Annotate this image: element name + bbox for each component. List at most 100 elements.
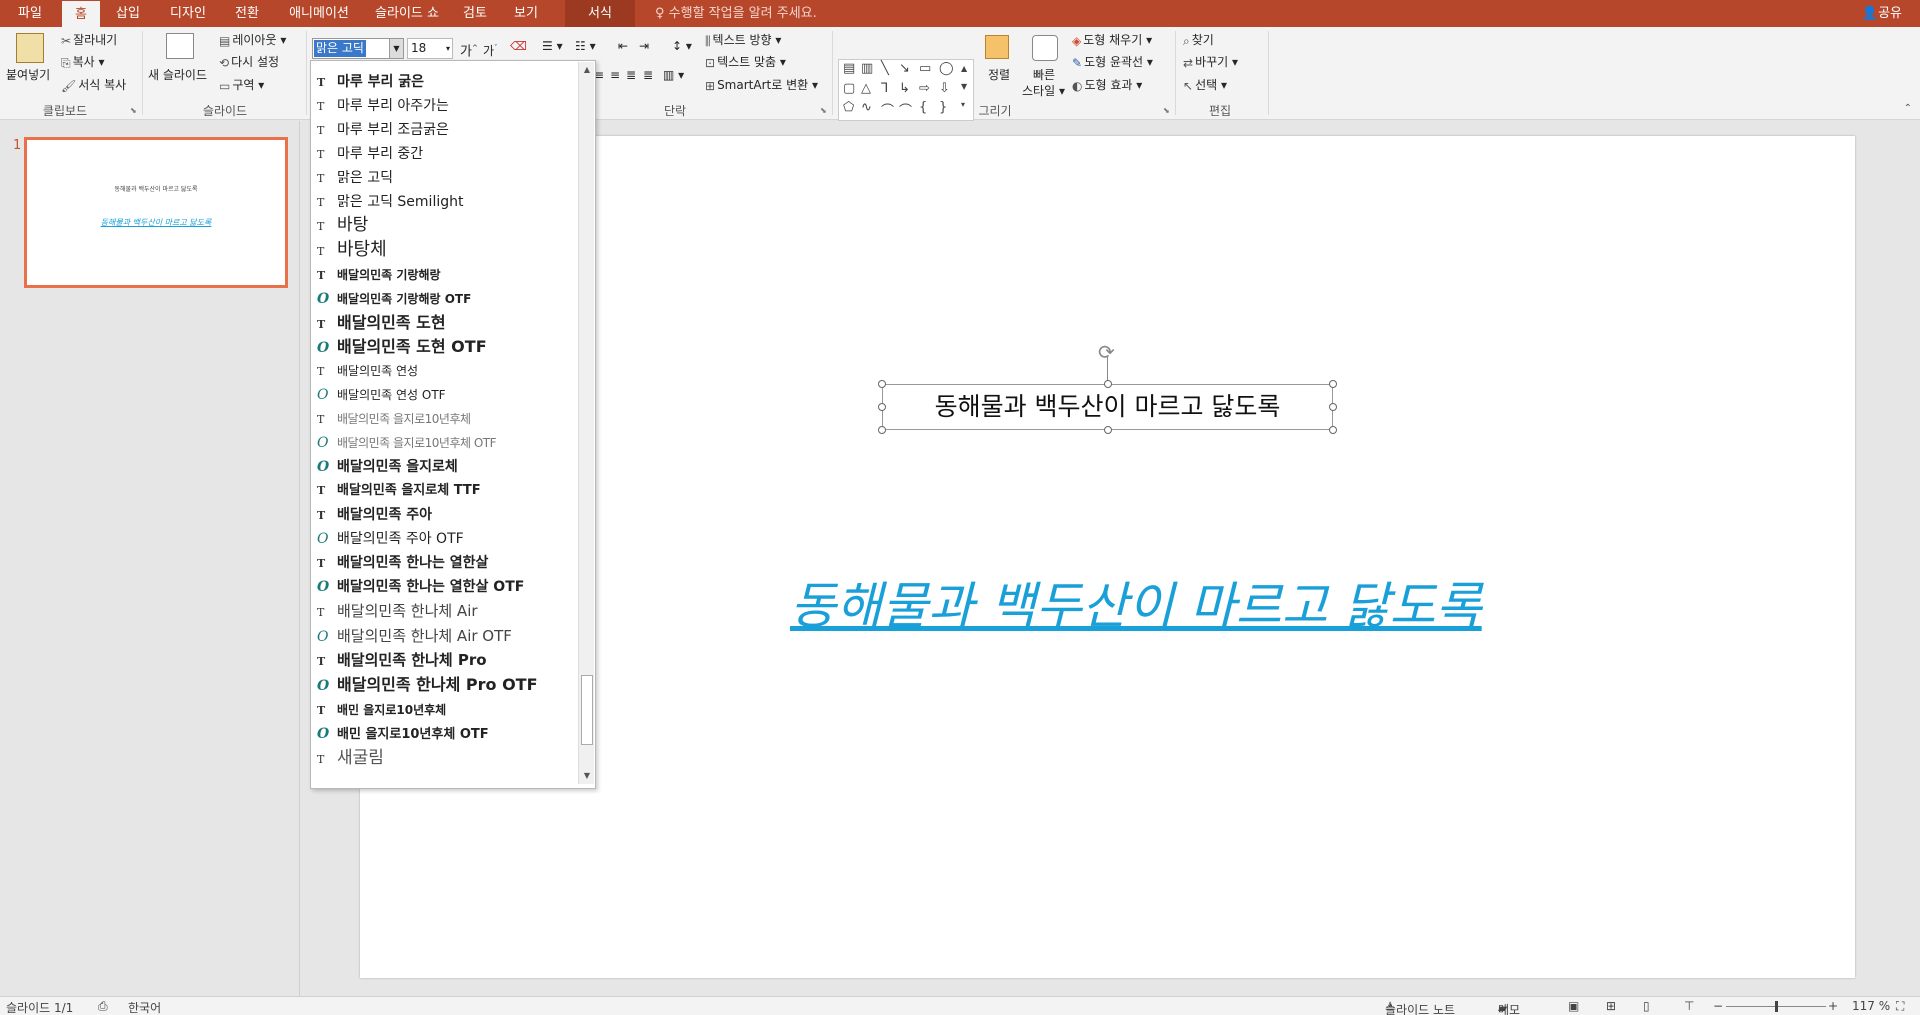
- font-list-item[interactable]: O 배민 을지로10년후체 OTF: [317, 722, 489, 746]
- oval-shape-icon[interactable]: ◯: [939, 61, 954, 76]
- clipboard-launcher-icon[interactable]: ⬊: [130, 106, 137, 115]
- font-list-item[interactable]: T 배달의민족 도현: [317, 311, 446, 335]
- resize-handle[interactable]: [1329, 426, 1337, 434]
- increase-indent-icon[interactable]: ⇥: [639, 38, 649, 54]
- text-box-content[interactable]: 동해물과 백두산이 마르고 닳도록: [935, 392, 1281, 421]
- section-button[interactable]: ▭ 구역 ▾: [219, 77, 264, 94]
- rounded-rect-shape-icon[interactable]: ▢: [843, 81, 855, 96]
- font-list-item[interactable]: T 마루 부리 아주가는: [317, 94, 449, 118]
- zoom-in-icon[interactable]: +: [1828, 999, 1838, 1013]
- font-list-item[interactable]: T 바탕: [317, 213, 368, 237]
- text-direction-button[interactable]: ⫼ 텍스트 방향 ▾: [705, 32, 781, 49]
- tab-design[interactable]: 디자인: [160, 0, 216, 27]
- cut-button[interactable]: ✂ 잘라내기: [61, 32, 117, 49]
- shape-effects-button[interactable]: ◐ 도형 효과 ▾: [1072, 77, 1142, 94]
- normal-view-icon[interactable]: ▣: [1568, 999, 1579, 1013]
- zoom-out-icon[interactable]: −: [1713, 999, 1723, 1013]
- bullets-button[interactable]: ☰ ▾: [542, 38, 563, 54]
- shrink-font-button[interactable]: 가ˇ: [483, 40, 498, 59]
- curve-shape-icon[interactable]: ⌒: [899, 100, 912, 119]
- resize-handle[interactable]: [1104, 380, 1112, 388]
- layout-button[interactable]: ▤ 레이아웃 ▾: [219, 32, 286, 49]
- paste-button[interactable]: 붙여넣기: [6, 67, 50, 83]
- elbow-arrow-shape-icon[interactable]: ↳: [899, 81, 910, 96]
- resize-handle[interactable]: [878, 426, 886, 434]
- elbow-connector-shape-icon[interactable]: ⅂: [881, 81, 888, 96]
- rectangle-shape-icon[interactable]: ▭: [919, 61, 931, 76]
- tab-file[interactable]: 파일: [8, 0, 52, 27]
- numbering-button[interactable]: ☷ ▾: [575, 38, 596, 54]
- gallery-down-icon[interactable]: ▼: [961, 82, 967, 91]
- align-right-icon[interactable]: ≡: [610, 67, 620, 83]
- textbox-shape-icon[interactable]: ▤: [843, 61, 855, 76]
- paragraph-launcher-icon[interactable]: ⬊: [820, 106, 827, 115]
- resize-handle[interactable]: [1104, 426, 1112, 434]
- font-dropdown-arrow-icon[interactable]: ▼: [389, 39, 403, 58]
- quick-styles-button-line1[interactable]: 빠른: [1033, 67, 1055, 83]
- font-list-item[interactable]: O 배달의민족 한나는 열한살 OTF: [317, 575, 524, 599]
- font-list-item[interactable]: T 배달의민족 한나체 Pro: [317, 648, 487, 672]
- language[interactable]: 한국어: [128, 999, 161, 1015]
- columns-button[interactable]: ▥ ▾: [663, 67, 684, 83]
- tab-home[interactable]: 홈: [62, 0, 100, 27]
- select-button[interactable]: ↖ 선택 ▾: [1183, 77, 1227, 94]
- tab-view[interactable]: 보기: [506, 0, 546, 27]
- find-button[interactable]: ⌕ 찾기: [1183, 32, 1214, 49]
- copy-button[interactable]: ⎘ 복사 ▾: [61, 54, 105, 71]
- new-slide-button[interactable]: 새 슬라이드: [148, 67, 207, 83]
- scroll-thumb[interactable]: [581, 675, 593, 745]
- font-list-item[interactable]: T 배달의민족 을지로체 TTF: [317, 479, 481, 503]
- shape-outline-button[interactable]: ✎ 도형 윤곽선 ▾: [1072, 54, 1153, 71]
- grow-font-button[interactable]: 가^: [460, 40, 478, 60]
- line-spacing-button[interactable]: ↕ ▾: [672, 38, 692, 54]
- wordart-text[interactable]: 동해물과 백두산이 마르고 닳도록: [790, 566, 1482, 638]
- zoom-slider-thumb[interactable]: [1775, 1001, 1778, 1012]
- font-list-item[interactable]: T 맑은 고딕: [317, 166, 393, 190]
- tab-review[interactable]: 검토: [455, 0, 495, 27]
- tab-slideshow[interactable]: 슬라이드 쇼: [370, 0, 444, 27]
- distribute-icon[interactable]: ≣: [643, 67, 653, 83]
- slide-thumbnail[interactable]: 동해물과 백두산이 마르고 닳도록 동해물과 백두산이 마르고 닳도록: [24, 137, 288, 288]
- replace-button[interactable]: ⇄ 바꾸기 ▾: [1183, 54, 1238, 71]
- font-list-item[interactable]: T 배달의민족 연성: [317, 359, 418, 383]
- line-shape-icon[interactable]: ╲: [881, 61, 889, 76]
- font-list-item[interactable]: T 마루 부리 조금굵은: [317, 118, 449, 142]
- resize-handle[interactable]: [878, 403, 886, 411]
- font-list-item[interactable]: T 배달의민족 을지로10년후체: [317, 407, 471, 431]
- font-list-item[interactable]: T 배달의민족 주아: [317, 503, 432, 527]
- font-list-item[interactable]: T 배달의민족 한나는 열한살: [317, 551, 488, 575]
- freeform-shape-icon[interactable]: ⬠: [843, 100, 854, 115]
- clear-format-icon[interactable]: ⌫: [510, 38, 527, 54]
- zoom-level[interactable]: 117 %: [1852, 999, 1890, 1013]
- justify-icon[interactable]: ≣: [626, 67, 636, 83]
- resize-handle[interactable]: [878, 380, 886, 388]
- smartart-button[interactable]: ⊞ SmartArt로 변환 ▾: [705, 77, 818, 94]
- tell-me-box[interactable]: ♀ 수행할 작업을 알려 주세요.: [655, 0, 817, 27]
- gallery-up-icon[interactable]: ▲: [961, 64, 967, 73]
- font-list-item[interactable]: O 배달의민족 을지로체: [317, 455, 458, 479]
- font-list-item[interactable]: O 배달의민족 한나체 Pro OTF: [317, 673, 538, 697]
- collapse-ribbon-icon[interactable]: ⌃: [1904, 103, 1912, 114]
- arc-shape-icon[interactable]: ⌒: [881, 100, 894, 119]
- arrow-line-shape-icon[interactable]: ↘: [899, 61, 910, 76]
- tab-animations[interactable]: 애니메이션: [282, 0, 356, 27]
- spellcheck-icon[interactable]: ⎙: [98, 999, 108, 1014]
- font-list-item[interactable]: T 마루 부리 중간: [317, 142, 423, 166]
- slideshow-icon[interactable]: ⊤: [1684, 999, 1694, 1013]
- font-list-item[interactable]: T 배달의민족 기랑해랑: [317, 263, 441, 287]
- font-list-item[interactable]: O 배달의민족 연성 OTF: [317, 383, 446, 407]
- font-name-combobox[interactable]: 맑은 고딕 ▼: [312, 38, 404, 59]
- tab-format[interactable]: 서식: [565, 0, 635, 27]
- font-list-item[interactable]: T 새굴림: [317, 746, 384, 770]
- down-arrow-shape-icon[interactable]: ⇩: [939, 81, 950, 96]
- resize-handle[interactable]: [1329, 403, 1337, 411]
- right-arrow-shape-icon[interactable]: ⇨: [919, 81, 930, 96]
- quick-styles-button[interactable]: 스타일 ▾: [1022, 83, 1065, 99]
- tab-transitions[interactable]: 전환: [224, 0, 270, 27]
- reset-button[interactable]: ⟲ 다시 설정: [219, 54, 279, 71]
- decrease-indent-icon[interactable]: ⇤: [618, 38, 628, 54]
- font-list-item[interactable]: O 배달의민족 을지로10년후체 OTF: [317, 431, 497, 455]
- align-text-button[interactable]: ⊡ 텍스트 맞춤 ▾: [705, 54, 786, 71]
- slide-sorter-icon[interactable]: ⊞: [1606, 999, 1616, 1013]
- font-list-item[interactable]: T 배민 을지로10년후체: [317, 698, 446, 722]
